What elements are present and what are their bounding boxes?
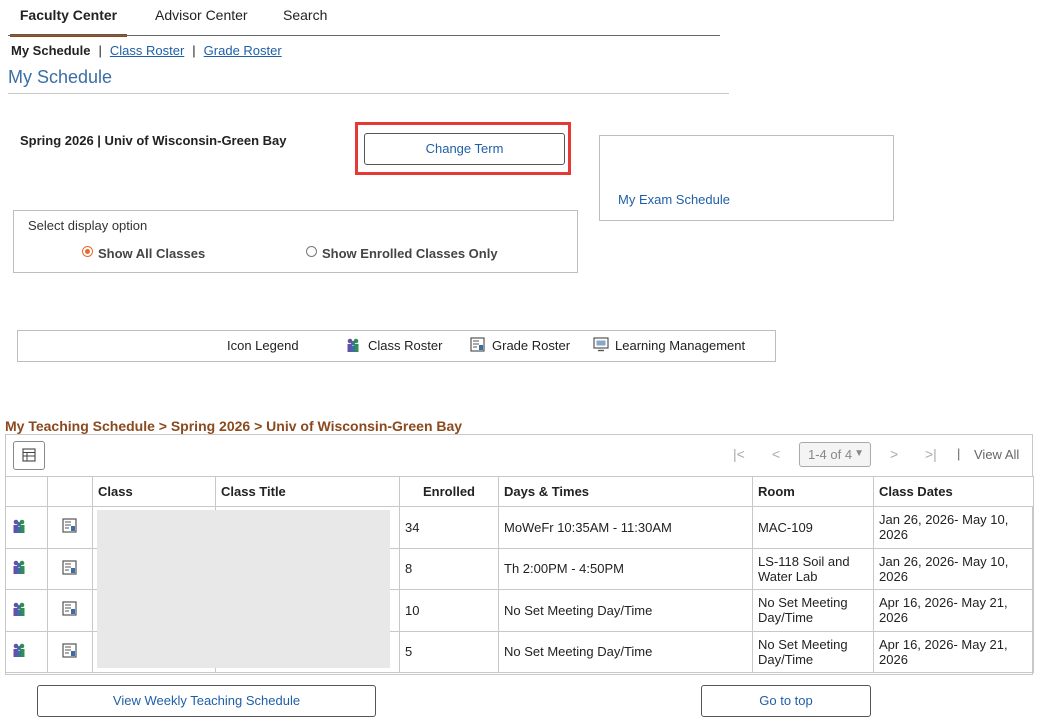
view-all-link[interactable]: View All: [974, 447, 1019, 462]
tabs-divider: [8, 35, 720, 36]
next-page-icon[interactable]: >: [890, 446, 898, 462]
show-enrolled-only-label[interactable]: Show Enrolled Classes Only: [322, 246, 498, 261]
room-cell: No Set Meeting Day/Time: [752, 589, 874, 632]
icon-legend-title: Icon Legend: [227, 338, 299, 353]
enrolled-cell: 5: [399, 630, 499, 673]
tab-advisor-center[interactable]: Advisor Center: [155, 0, 248, 34]
previous-page-icon[interactable]: <: [772, 446, 780, 462]
class-dates-cell: Apr 16, 2026- May 21, 2026: [873, 630, 1034, 673]
tab-search[interactable]: Search: [283, 0, 327, 34]
class-roster-icon: [345, 337, 361, 356]
col-enrolled[interactable]: Enrolled: [399, 476, 499, 507]
view-weekly-schedule-button[interactable]: View Weekly Teaching Schedule: [37, 685, 376, 717]
class-roster-icon[interactable]: [5, 506, 48, 549]
learning-management-icon: [593, 337, 609, 355]
subnav-class-roster-link[interactable]: Class Roster: [110, 43, 184, 58]
enrolled-cell: 34: [399, 506, 499, 549]
room-cell: LS-118 Soil and Water Lab: [752, 547, 874, 590]
term-label: Spring 2026 | Univ of Wisconsin-Green Ba…: [20, 133, 287, 148]
class-roster-icon[interactable]: [5, 547, 48, 590]
first-page-icon[interactable]: |<: [733, 446, 745, 462]
subnav-separator: |: [98, 43, 102, 58]
grade-roster-icon: [470, 337, 485, 355]
grade-roster-icon[interactable]: [47, 506, 93, 549]
sub-navigation: My Schedule | Class Roster | Grade Roster: [11, 43, 282, 58]
change-term-button[interactable]: Change Term: [364, 133, 565, 165]
row-range-select[interactable]: 1-4 of 4 ▼: [799, 442, 871, 467]
personalize-grid-button[interactable]: [13, 441, 45, 470]
go-to-top-button[interactable]: Go to top: [701, 685, 871, 717]
my-exam-schedule-link[interactable]: My Exam Schedule: [618, 192, 730, 207]
pager-divider: |: [957, 446, 961, 461]
show-all-classes-radio[interactable]: [82, 246, 93, 257]
enrolled-cell: 10: [399, 589, 499, 632]
class-dates-cell: Jan 26, 2026- May 10, 2026: [873, 506, 1034, 549]
class-dates-cell: Jan 26, 2026- May 10, 2026: [873, 547, 1034, 590]
enrolled-cell: 8: [399, 547, 499, 590]
grade-roster-icon[interactable]: [47, 589, 93, 632]
days-times-cell: Th 2:00PM - 4:50PM: [498, 547, 753, 590]
days-times-cell: No Set Meeting Day/Time: [498, 589, 753, 632]
last-page-icon[interactable]: >|: [925, 446, 937, 462]
exam-schedule-box: [599, 135, 894, 221]
title-divider: [8, 93, 729, 94]
grid-settings-icon: [22, 448, 37, 466]
grade-roster-icon[interactable]: [47, 547, 93, 590]
legend-grade-roster-label: Grade Roster: [492, 338, 571, 353]
show-all-classes-label[interactable]: Show All Classes: [98, 246, 205, 261]
subnav-my-schedule: My Schedule: [11, 43, 91, 58]
col-class-dates[interactable]: Class Dates: [873, 476, 1034, 507]
page-title: My Schedule: [8, 67, 113, 87]
chevron-down-icon: ▼: [854, 448, 864, 459]
legend-class-roster-label: Class Roster: [368, 338, 443, 353]
show-enrolled-only-radio[interactable]: [306, 246, 317, 257]
grade-roster-icon[interactable]: [47, 630, 93, 673]
col-class[interactable]: Class: [92, 476, 216, 507]
tab-faculty-center[interactable]: Faculty Center: [10, 0, 127, 37]
legend-learning-management-label: Learning Management: [615, 338, 746, 353]
room-cell: No Set Meeting Day/Time: [752, 630, 874, 673]
room-cell: MAC-109: [752, 506, 874, 549]
days-times-cell: No Set Meeting Day/Time: [498, 630, 753, 673]
redacted-class-info: [97, 510, 390, 668]
row-range-value: 1-4 of 4: [808, 447, 853, 462]
days-times-cell: MoWeFr 10:35AM - 11:30AM: [498, 506, 753, 549]
class-dates-cell: Apr 16, 2026- May 21, 2026: [873, 589, 1034, 632]
table-header-row: Class Class Title Enrolled Days & Times …: [5, 476, 1034, 507]
subnav-grade-roster-link[interactable]: Grade Roster: [204, 43, 282, 58]
col-grade-icon: [47, 476, 93, 507]
class-roster-icon[interactable]: [5, 630, 48, 673]
col-room[interactable]: Room: [752, 476, 874, 507]
subnav-separator: |: [192, 43, 196, 58]
col-class-title[interactable]: Class Title: [215, 476, 400, 507]
teaching-schedule-title: My Teaching Schedule > Spring 2026 > Uni…: [5, 418, 463, 434]
col-roster-icon: [5, 476, 48, 507]
display-option-title: Select display option: [28, 218, 148, 233]
col-days-times[interactable]: Days & Times: [498, 476, 753, 507]
class-roster-icon[interactable]: [5, 589, 48, 632]
